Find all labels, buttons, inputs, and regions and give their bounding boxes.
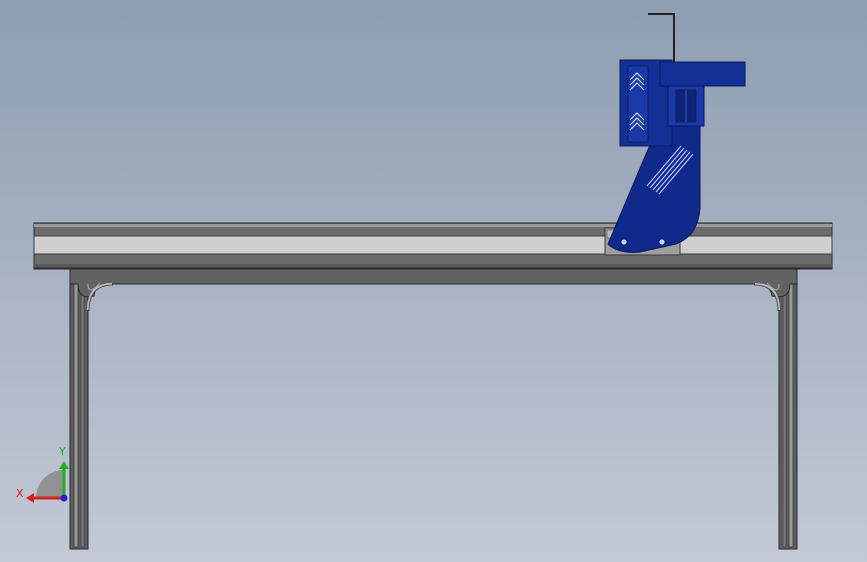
right-leg bbox=[778, 267, 798, 550]
mount-hole-right bbox=[658, 238, 666, 246]
cad-viewport[interactable]: X Y bbox=[0, 0, 867, 562]
head-panel bbox=[627, 65, 649, 143]
coordinate-triad: X Y bbox=[16, 445, 69, 503]
gantry-assembly-view: X Y bbox=[16, 13, 833, 550]
linear-rail bbox=[33, 222, 833, 270]
head-arm bbox=[659, 61, 746, 87]
carriage-assembly[interactable] bbox=[607, 13, 746, 253]
z-axis-dot-icon bbox=[60, 494, 68, 502]
y-axis-label: Y bbox=[58, 445, 66, 458]
x-axis-label: X bbox=[16, 487, 24, 500]
cable bbox=[648, 13, 675, 62]
left-leg bbox=[69, 267, 89, 550]
cross-beam bbox=[69, 267, 798, 312]
mount-hole-left bbox=[620, 238, 628, 246]
